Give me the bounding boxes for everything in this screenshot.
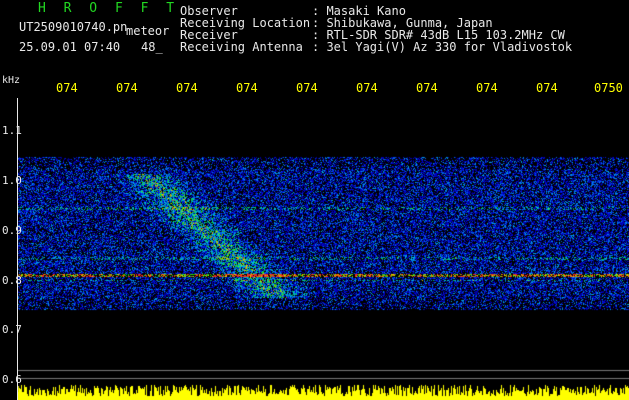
time-tick: 074 <box>116 81 138 95</box>
frequency-unit-label: kHz <box>2 75 21 86</box>
frequency-tick: 1.1 <box>2 124 22 137</box>
time-tick: 0750 <box>594 81 623 95</box>
frequency-tick: 1.0 <box>2 174 22 187</box>
time-tick: 074 <box>236 81 258 95</box>
spectrogram-waterfall <box>17 98 629 400</box>
time-tick: 074 <box>476 81 498 95</box>
time-tick: 074 <box>356 81 378 95</box>
info-value-antenna: : 3el Yagi(V) Az 330 for Vladivostok <box>312 40 573 54</box>
datetime-label: 25.09.01 07:40 <box>19 40 121 54</box>
filename-label: UT2509010740.pn <box>19 20 128 34</box>
frequency-tick: 0.7 <box>2 323 22 336</box>
time-tick: 074 <box>176 81 198 95</box>
frequency-tick: 0.6 <box>2 373 22 386</box>
time-tick: 074 <box>416 81 438 95</box>
frequency-tick: 0.9 <box>2 224 22 237</box>
time-tick: 074 <box>296 81 318 95</box>
frequency-axis-line <box>17 98 18 400</box>
frame-number: 48_ <box>141 40 163 54</box>
info-label-antenna: Receiving Antenna <box>180 40 303 54</box>
time-tick: 074 <box>536 81 558 95</box>
frequency-tick: 0.8 <box>2 274 22 287</box>
meteor-tag: meteor <box>126 24 170 38</box>
app-title: H R O F F T <box>38 1 180 16</box>
time-tick: 074 <box>56 81 78 95</box>
